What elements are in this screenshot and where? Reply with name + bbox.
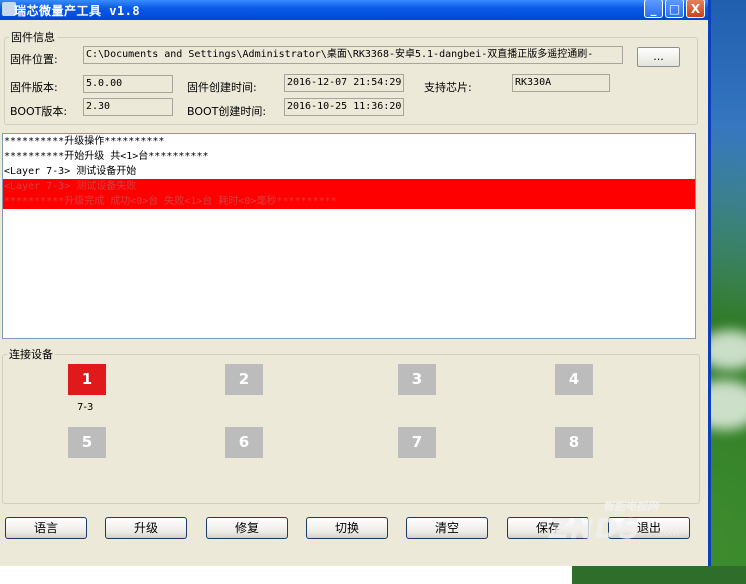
browse-button[interactable]: ... [637,47,680,67]
boot-created-field: 2016-10-25 11:36:20 [284,98,404,116]
watermark-logo: 智能电视网 ZNDS .com [545,490,695,550]
minimize-icon: _ [650,1,657,16]
watermark-domain: .com [655,528,680,539]
watermark-brand: ZNDS [549,512,641,545]
app-window: 瑞芯微量产工具 v1.8 _ □ X 固件信息 固件位置: C:\Documen… [0,0,711,566]
device-slot-8[interactable]: 8 [555,427,593,458]
firmware-version-field: 5.0.00 [83,75,173,93]
device-slot-2[interactable]: 2 [225,364,263,395]
repair-button[interactable]: 修复 [206,517,288,539]
firmware-path-field[interactable]: C:\Documents and Settings\Administrator\… [83,46,623,64]
log-line: **********开始升级 共<1>台********** [4,151,209,162]
log-panel[interactable]: **********升级操作********** **********开始升级 … [2,133,696,339]
device-slot-6[interactable]: 6 [225,427,263,458]
maximize-icon: □ [668,1,681,16]
maximize-button[interactable]: □ [665,0,684,18]
chip-field: RK330A [512,74,610,92]
boot-version-field: 2.30 [83,98,173,116]
device-slot-3[interactable]: 3 [398,364,436,395]
log-line: **********升级操作********** [4,136,165,147]
minimize-button[interactable]: _ [644,0,663,18]
close-icon: X [690,1,701,16]
connected-devices-group: 连接设备 [2,346,700,504]
upgrade-button[interactable]: 升级 [105,517,187,539]
devices-group-label: 连接设备 [9,348,53,361]
close-button[interactable]: X [686,0,705,18]
firmware-created-field: 2016-12-07 21:54:29 [284,74,404,92]
firmware-created-label: 固件创建时间: [187,81,257,94]
log-line: <Layer 7-3> 测试设备开始 [4,166,137,177]
device-slot-4[interactable]: 4 [555,364,593,395]
firmware-group-label: 固件信息 [11,31,55,44]
desktop-grass [572,566,746,584]
language-button[interactable]: 语言 [5,517,87,539]
device-slot-5[interactable]: 5 [68,427,106,458]
clear-button[interactable]: 清空 [406,517,488,539]
switch-button[interactable]: 切换 [306,517,388,539]
title-bar[interactable]: 瑞芯微量产工具 v1.8 _ □ X [0,0,708,20]
boot-version-label: BOOT版本: [10,105,68,118]
device-slot-7[interactable]: 7 [398,427,436,458]
window-title: 瑞芯微量产工具 v1.8 [14,4,141,18]
firmware-version-label: 固件版本: [10,81,58,94]
device-slot-1-port: 7-3 [77,402,94,413]
boot-created-label: BOOT创建时间: [187,105,267,118]
firmware-path-label: 固件位置: [10,53,58,66]
log-line-error: <Layer 7-3> 测试设备失败 [3,179,695,194]
chip-label: 支持芯片: [424,81,472,94]
log-line-error: **********升级完成 成功<0>台 失败<1>台 耗时<0>毫秒****… [3,194,695,209]
device-slot-1[interactable]: 1 [68,364,106,395]
